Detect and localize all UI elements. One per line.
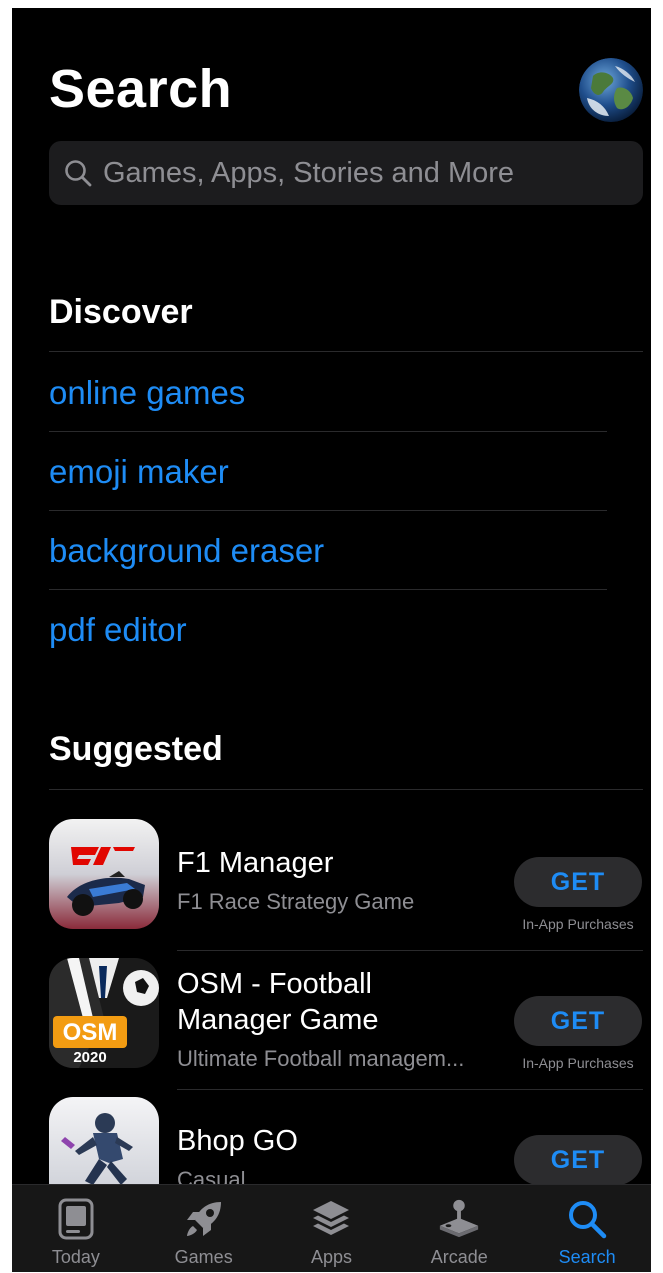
app-row-f1-manager[interactable]: F1 Manager F1 Race Strategy Game GET In-… <box>49 819 643 957</box>
in-app-purchases-label: In-App Purchases <box>522 1055 634 1071</box>
get-button-bhop-go[interactable]: GET <box>514 1135 642 1185</box>
search-icon <box>63 158 93 188</box>
app-name: OSM - Football <box>177 968 372 1000</box>
app-row-divider <box>177 950 643 951</box>
discover-title: Discover <box>49 293 193 331</box>
joystick-icon <box>437 1197 481 1241</box>
get-button-f1-manager[interactable]: GET <box>514 857 642 907</box>
search-input[interactable] <box>103 156 623 190</box>
search-icon <box>565 1197 609 1241</box>
app-subtitle: Ultimate Football managem... <box>177 1046 465 1071</box>
osm-app-icon: OSM 2020 <box>49 958 159 1068</box>
discover-item-pdf-editor[interactable]: pdf editor <box>49 611 187 649</box>
f1-manager-app-icon <box>49 819 159 929</box>
osm-icon-logo-text: OSM <box>63 1019 118 1046</box>
tab-label: Apps <box>310 1247 352 1267</box>
earth-avatar-image <box>579 58 643 122</box>
tab-search[interactable]: Search <box>523 1185 651 1272</box>
app-name: F1 Manager <box>177 847 334 879</box>
discover-divider <box>49 351 643 352</box>
today-icon <box>54 1197 98 1241</box>
layers-icon <box>309 1197 353 1241</box>
discover-item-divider <box>49 431 607 432</box>
discover-item-online-games[interactable]: online games <box>49 374 245 412</box>
app-subtitle: F1 Race Strategy Game <box>177 889 415 914</box>
app-name-line2: Manager Game <box>177 1004 379 1036</box>
tab-label: Games <box>174 1247 233 1267</box>
discover-item-background-eraser[interactable]: background eraser <box>49 532 324 570</box>
app-store-search-screen: Search Discover o <box>12 8 651 1272</box>
osm-icon-year-text: 2020 <box>73 1049 106 1066</box>
discover-item-divider <box>49 589 607 590</box>
app-row-osm-football-manager[interactable]: OSM 2020 OSM - Football Manager Game Ult… <box>49 958 643 1096</box>
tab-bar: Today Games Apps Arcade Search <box>12 1184 651 1272</box>
tab-label: Today <box>51 1247 100 1267</box>
get-button-osm[interactable]: GET <box>514 996 642 1046</box>
rocket-icon <box>182 1197 226 1241</box>
tab-games[interactable]: Games <box>140 1185 268 1272</box>
discover-item-emoji-maker[interactable]: emoji maker <box>49 453 229 491</box>
tab-label: Search <box>558 1247 616 1267</box>
suggested-divider <box>49 789 643 790</box>
suggested-title: Suggested <box>49 730 223 768</box>
tab-today[interactable]: Today <box>12 1185 140 1272</box>
tab-label: Arcade <box>430 1247 488 1267</box>
in-app-purchases-label: In-App Purchases <box>522 916 634 932</box>
tab-arcade[interactable]: Arcade <box>395 1185 523 1272</box>
app-name: Bhop GO <box>177 1125 298 1157</box>
app-row-divider <box>177 1089 643 1090</box>
page-title: Search <box>49 59 233 119</box>
tab-apps[interactable]: Apps <box>268 1185 396 1272</box>
discover-item-divider <box>49 510 607 511</box>
search-bar[interactable] <box>49 141 643 205</box>
account-avatar[interactable] <box>579 58 643 122</box>
